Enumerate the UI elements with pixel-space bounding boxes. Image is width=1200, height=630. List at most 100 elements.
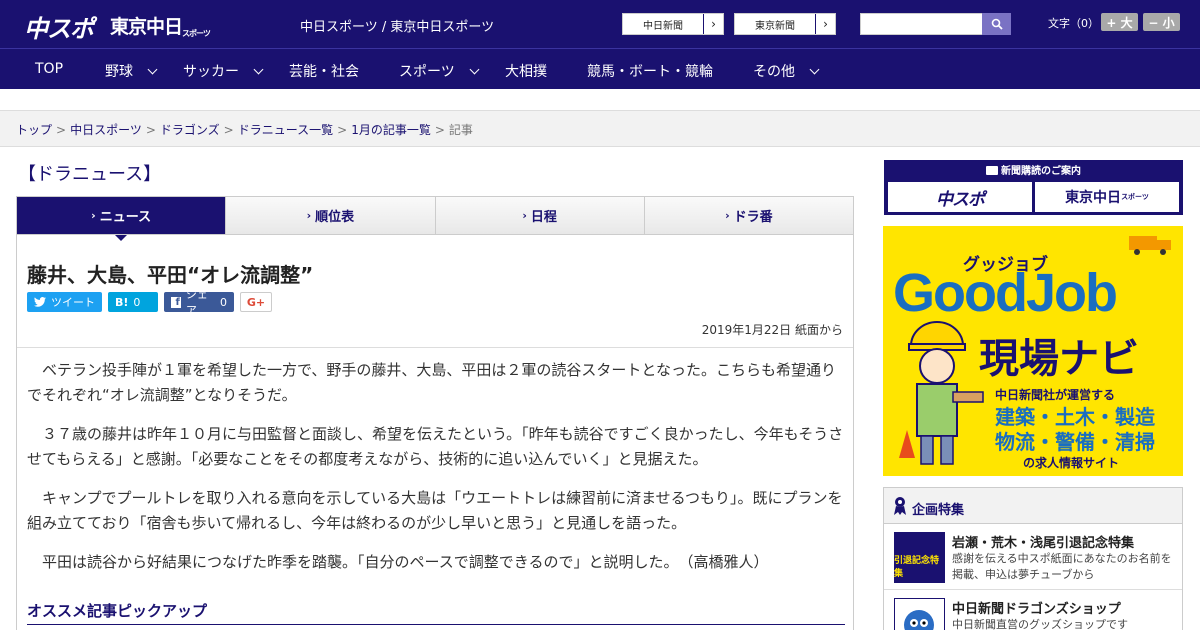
ad-line3: 物流・警備・清掃 [995,430,1155,454]
tab-label: ニュース [99,210,152,225]
hatena-count: 0 [133,295,141,309]
chunichi-shimbun-link-label: 中日新聞 [643,20,683,32]
subscribe-chunichi-sports-button[interactable]: 中スポ [888,182,1032,212]
feature-description: 中日新聞直営のグッズショップです [952,618,1128,630]
feature-thumbnail [894,598,945,630]
feature-thumbnail: 引退記念特集 [894,532,945,583]
top-header: 中スポ 東京中日スポーツ 中日スポーツ / 東京中日スポーツ 中日新聞 › 東京… [0,0,1200,48]
breadcrumb-link[interactable]: トップ [16,123,52,137]
chevron-right-icon: › [725,209,730,222]
hatena-bookmark-button[interactable]: B! 0 [108,292,158,312]
chevron-down-icon [147,64,158,74]
feature-heading: 企画特集 [912,503,965,518]
sub-nav-strip [0,89,1200,111]
feature-title: 中日新聞ドラゴンズショップ [952,602,1121,617]
nav-item-label: 野球 [105,64,133,80]
breadcrumb-link[interactable]: 1月の記事一覧 [351,123,431,137]
chevron-down-icon [809,64,820,74]
search-input[interactable] [860,13,983,35]
article-headline: 藤井、大島、平田“オレ流調整” [27,263,314,287]
nav-item-other[interactable]: その他 [753,61,820,81]
feature-title: 岩瀬・荒木・浅尾引退記念特集 [952,536,1135,551]
article: 藤井、大島、平田“オレ流調整” ツイート B! 0 f シェア 0 G+ 201… [16,234,854,630]
breadcrumb-separator: > [223,123,234,137]
facebook-icon: f [171,296,181,308]
subscribe-tokyo-chunichi-button[interactable]: 東京中日 スポーツ [1035,182,1179,212]
font-size-label: 文字（0） [1048,17,1099,30]
feature-box: 企画特集 引退記念特集 岩瀬・荒木・浅尾引退記念特集 感謝を伝える中スポ紙面にあ… [883,487,1183,630]
search-button[interactable] [982,13,1011,35]
facebook-share-label: シェア [185,288,208,317]
feature-description: 感謝を伝える中スポ紙面にあなたのお名前を掲載、申込は夢チューブから [952,552,1172,581]
truck-icon [1129,236,1171,255]
dragons-mascot-icon [904,610,934,630]
ad-line4: の求人情報サイト [1023,456,1120,470]
article-paragraph: 平田は読谷から好結果につなげた昨季を踏襲。「自分のペースで調整できるので」と説明… [42,553,769,571]
goodjob-ad-banner[interactable]: グッジョブ GoodJob 現場ナビ 中日新聞社が運営する 建築・土木・製造 物… [883,226,1183,476]
worker-illustration-icon [899,321,984,465]
article-paragraph: ベテラン投手陣が１軍を希望した一方で、野手の藤井、大島、平田は２軍の読谷スタート… [27,361,836,404]
nav-item-label: その他 [753,64,795,80]
chevron-right-icon: › [522,209,527,222]
subscription-box: 新聞購読のご案内 中スポ 東京中日 スポーツ [884,160,1183,215]
google-plus-icon: G+ [246,295,266,309]
tweet-label: ツイート [51,296,95,309]
feature-thumbnail-label: 引退記念特集 [894,556,940,579]
chevron-right-icon: › [815,14,835,34]
breadcrumb-link[interactable]: ドラゴンズ [160,123,220,137]
tokyo-chunichi-sports-logo[interactable]: 東京中日スポーツ [110,12,211,39]
ad-brand: GoodJob [893,263,1118,323]
font-size-down-button[interactable]: − 小 [1143,13,1180,31]
facebook-count: 0 [220,295,227,309]
nav-item-entertainment[interactable]: 芸能・社会 [289,61,359,81]
pickup-heading: オススメ記事ピックアップ [27,600,845,625]
tab-label: 日程 [530,210,557,225]
ad-title: 現場ナビ [979,336,1139,382]
nav-item-racing[interactable]: 競馬・ボート・競輪 [587,61,713,81]
chunichi-shimbun-link[interactable]: 中日新聞 › [622,13,724,35]
tab-standings[interactable]: › 順位表 [226,197,436,234]
tweet-button[interactable]: ツイート [27,292,102,312]
nav-item-top[interactable]: TOP [35,61,63,77]
feature-heading-bar: 企画特集 [884,488,1182,524]
chevron-right-icon: › [91,209,96,222]
subscription-heading: 新聞購読のご案内 [884,162,1183,177]
award-ribbon-icon [894,497,906,515]
font-size-up-button[interactable]: + 大 [1101,13,1138,31]
search-icon [991,18,1003,30]
tab-schedule[interactable]: › 日程 [435,197,645,234]
chunichi-sports-logo[interactable]: 中スポ [24,9,94,44]
breadcrumb-link[interactable]: 中日スポーツ [70,123,142,137]
google-plus-button[interactable]: G+ [240,292,272,312]
nav-item-label: 競馬・ボート・競輪 [587,64,713,80]
feature-item[interactable]: 引退記念特集 岩瀬・荒木・浅尾引退記念特集 感謝を伝える中スポ紙面にあなたのお名… [884,524,1182,590]
facebook-share-button[interactable]: f シェア 0 [164,288,234,317]
nav-item-sports[interactable]: スポーツ [399,61,480,81]
nav-item-label: 芸能・社会 [289,64,359,80]
nav-item-sumo[interactable]: 大相撲 [505,61,547,81]
newspaper-icon [986,166,998,175]
nav-item-baseball[interactable]: 野球 [105,61,158,81]
tab-draban[interactable]: › ドラ番 [644,197,853,234]
article-paragraph: キャンプでプールトレを取り入れる意向を示している大島は「ウエートトレは練習前に済… [27,489,843,532]
tab-news[interactable]: › ニュース [17,197,227,241]
nav-item-label: TOP [35,61,64,77]
twitter-bird-icon [34,297,46,307]
article-body: ベテラン投手陣が１軍を希望した一方で、野手の藤井、大島、平田は２軍の読谷スタート… [27,358,845,589]
breadcrumb-separator: > [337,123,348,137]
section-title: 【ドラニュース】 [18,164,162,185]
nav-item-soccer[interactable]: サッカー [183,61,264,81]
article-divider [17,347,853,348]
main-nav: TOP 野球 サッカー 芸能・社会 スポーツ 大相撲 競馬・ボート・競輪 その他 [0,48,1200,89]
breadcrumb-bar: トップ > 中日スポーツ > ドラゴンズ > ドラニュース一覧 >1月の記事一覧 > 記事 [0,111,1200,147]
article-paragraph: ３７歳の藤井は昨年１０月に与田監督と面談し、希望を伝えたという。「昨年も読谷です… [27,425,844,468]
nav-item-label: 大相撲 [505,64,547,80]
hatena-icon: B! [115,295,129,309]
breadcrumb-link[interactable]: ドラニュース一覧 [238,123,333,137]
feature-item[interactable]: 中日新聞ドラゴンズショップ 中日新聞直営のグッズショップです [884,590,1182,630]
tokyo-shimbun-link[interactable]: 東京新聞 › [734,13,836,35]
chevron-down-icon [253,64,264,74]
subscribe-tokyo-chunichi-label: 東京中日 [1065,190,1122,206]
breadcrumb-current: 記事 [448,123,473,137]
breadcrumb: トップ > 中日スポーツ > ドラゴンズ > ドラニュース一覧 >1月の記事一覧 > 記事 [16,121,473,138]
